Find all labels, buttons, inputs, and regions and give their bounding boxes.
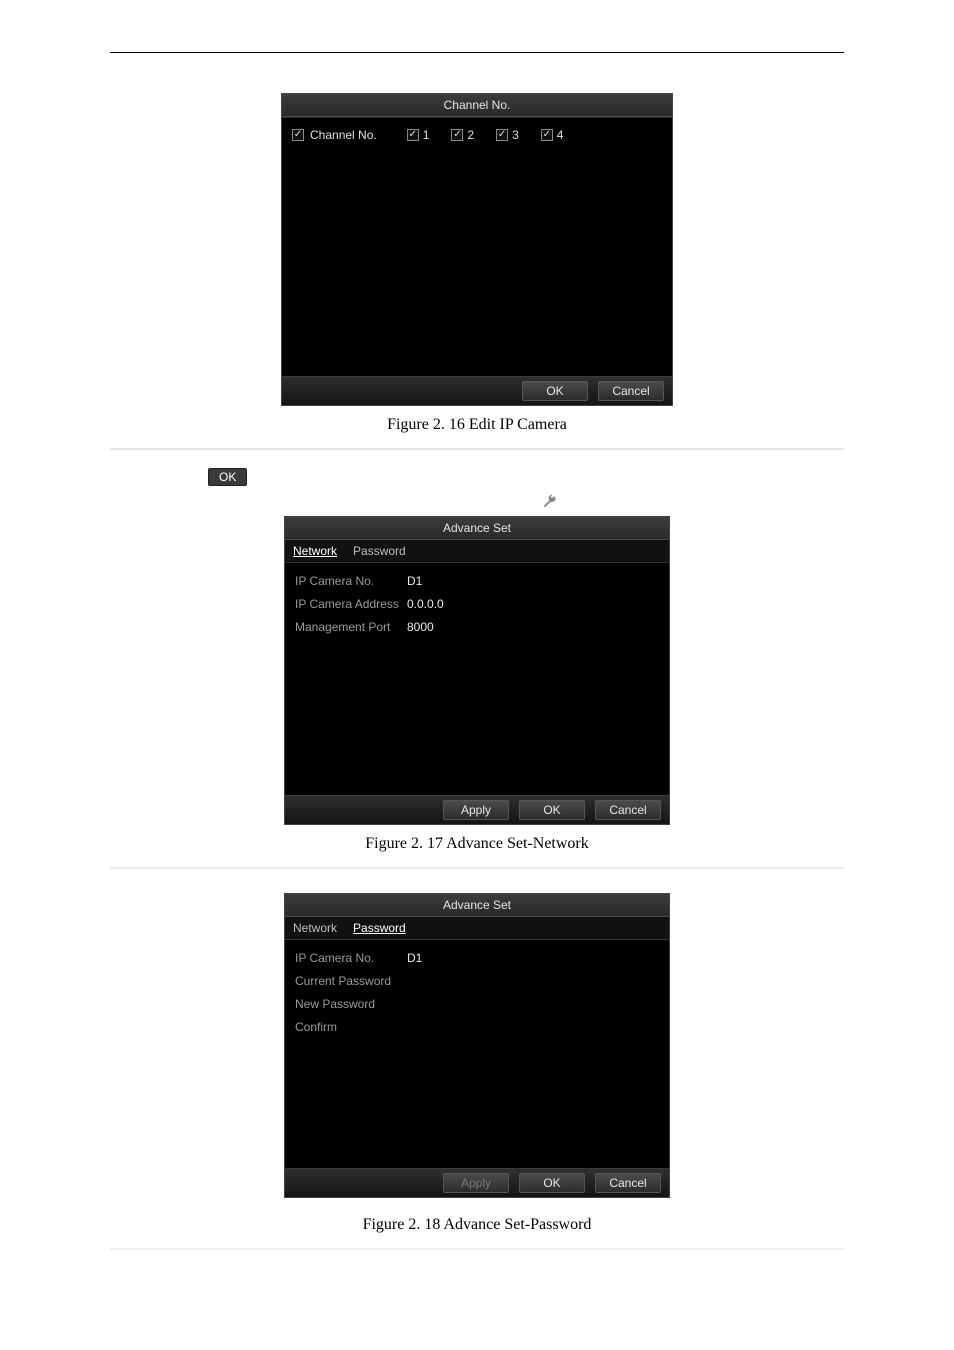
advance-set-network-dialog: Advance Set Network Password IP Camera N… bbox=[284, 516, 670, 825]
dialog-footer: Apply OK Cancel bbox=[285, 1168, 669, 1197]
channel-no-dialog: Channel No. Channel No. 1 2 3 4 OK Cance… bbox=[281, 93, 673, 406]
channel-1-label: 1 bbox=[423, 128, 430, 142]
ok-inline-pill: OK bbox=[208, 468, 247, 486]
page-header-rule bbox=[110, 52, 844, 53]
dialog-body: IP Camera No.D1 IP Camera Address0.0.0.0… bbox=[285, 563, 669, 795]
new-password-label: New Password bbox=[295, 997, 407, 1011]
channel-4-checkbox[interactable] bbox=[541, 129, 553, 141]
tab-network[interactable]: Network bbox=[293, 921, 337, 937]
ip-camera-no-label: IP Camera No. bbox=[295, 574, 407, 588]
ok-button[interactable]: OK bbox=[522, 381, 588, 401]
cancel-button[interactable]: Cancel bbox=[595, 1173, 661, 1193]
section-rule bbox=[110, 448, 844, 450]
cancel-button[interactable]: Cancel bbox=[595, 800, 661, 820]
cancel-button[interactable]: Cancel bbox=[598, 381, 664, 401]
tab-password[interactable]: Password bbox=[353, 921, 406, 937]
inline-ok-row: OK bbox=[110, 468, 844, 486]
channel-row: Channel No. 1 2 3 4 bbox=[292, 128, 662, 142]
ip-camera-no-label: IP Camera No. bbox=[295, 951, 407, 965]
channel-1-checkbox[interactable] bbox=[407, 129, 419, 141]
channel-3-label: 3 bbox=[512, 128, 519, 142]
figure-caption: Figure 2. 18 Advance Set-Password bbox=[110, 1216, 844, 1234]
ip-camera-no-value: D1 bbox=[407, 574, 422, 588]
dialog-title: Advance Set bbox=[285, 894, 669, 917]
management-port-label: Management Port bbox=[295, 620, 407, 634]
advance-set-password-dialog: Advance Set Network Password IP Camera N… bbox=[284, 893, 670, 1198]
ok-button[interactable]: OK bbox=[519, 800, 585, 820]
dialog-footer: OK Cancel bbox=[282, 376, 672, 405]
dialog-footer: Apply OK Cancel bbox=[285, 795, 669, 824]
tab-network[interactable]: Network bbox=[293, 544, 337, 560]
tab-bar: Network Password bbox=[285, 917, 669, 940]
channel-4-label: 4 bbox=[557, 128, 564, 142]
ip-camera-address-value[interactable]: 0.0.0.0 bbox=[407, 597, 444, 611]
channel-row-label: Channel No. bbox=[310, 128, 377, 142]
ok-button[interactable]: OK bbox=[519, 1173, 585, 1193]
ip-camera-address-label: IP Camera Address bbox=[295, 597, 407, 611]
dialog-body: Channel No. 1 2 3 4 bbox=[282, 117, 672, 376]
apply-button[interactable]: Apply bbox=[443, 1173, 509, 1193]
channel-2-label: 2 bbox=[467, 128, 474, 142]
current-password-label: Current Password bbox=[295, 974, 407, 988]
channel-2-checkbox[interactable] bbox=[451, 129, 463, 141]
tab-password[interactable]: Password bbox=[353, 544, 406, 560]
channel-master-checkbox[interactable] bbox=[292, 129, 304, 141]
dialog-title: Channel No. bbox=[282, 94, 672, 117]
section-rule bbox=[110, 867, 844, 869]
figure-caption: Figure 2. 16 Edit IP Camera bbox=[110, 416, 844, 434]
ip-camera-no-value: D1 bbox=[407, 951, 422, 965]
dialog-body: IP Camera No.D1 Current Password New Pas… bbox=[285, 940, 669, 1168]
tab-bar: Network Password bbox=[285, 540, 669, 563]
wrench-icon bbox=[540, 494, 558, 510]
section-rule bbox=[110, 1248, 844, 1250]
management-port-value[interactable]: 8000 bbox=[407, 620, 434, 634]
figure-caption: Figure 2. 17 Advance Set-Network bbox=[110, 835, 844, 853]
confirm-label: Confirm bbox=[295, 1020, 407, 1034]
apply-button[interactable]: Apply bbox=[443, 800, 509, 820]
dialog-title: Advance Set bbox=[285, 517, 669, 540]
channel-3-checkbox[interactable] bbox=[496, 129, 508, 141]
